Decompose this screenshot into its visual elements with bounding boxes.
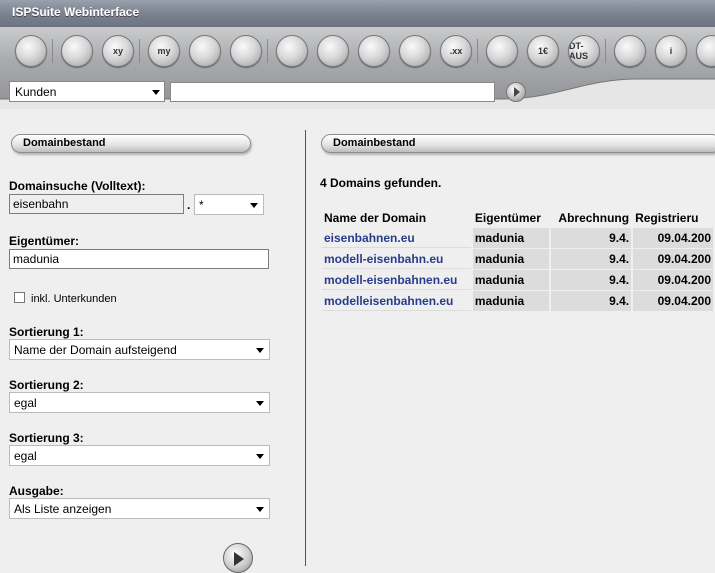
panel-divider xyxy=(305,130,306,566)
output-value: Als Liste anzeigen xyxy=(14,502,112,516)
results-count: 4 Domains gefunden. xyxy=(320,176,442,190)
results-table: Name der Domain Eigentümer Abrechnung Re… xyxy=(320,207,715,312)
owner-cell: madunia xyxy=(472,270,549,290)
billing-cell: 9.4. xyxy=(550,270,632,290)
settings-icon[interactable] xyxy=(614,35,646,67)
search-scope-select[interactable]: Kunden xyxy=(9,81,165,102)
owner-cell: madunia xyxy=(472,291,549,311)
box-icon[interactable] xyxy=(317,35,349,67)
pyramid-icon[interactable] xyxy=(399,35,431,67)
owner-label: Eigentümer: xyxy=(9,234,80,248)
registered-cell: 09.04.200 xyxy=(633,249,713,269)
billing-cell: 9.4. xyxy=(550,291,632,311)
tld-dot: . xyxy=(187,198,191,212)
registered-cell: 09.04.200 xyxy=(633,228,713,248)
tld-select[interactable]: * xyxy=(194,194,264,215)
search-scope-value: Kunden xyxy=(15,85,57,99)
table-header-row: Name der Domain Eigentümer Abrechnung Re… xyxy=(322,208,713,227)
toolbar-separator xyxy=(52,39,53,63)
chevron-down-icon xyxy=(256,348,264,353)
sort3-label: Sortierung 3: xyxy=(9,431,84,445)
chevron-down-icon xyxy=(256,401,264,406)
tasks-icon[interactable]: xy xyxy=(102,35,134,67)
dtaus-icon[interactable]: DT-AUS xyxy=(568,35,600,67)
sort1-value: Name der Domain aufsteigend xyxy=(14,343,177,357)
sort2-select[interactable]: egal xyxy=(9,392,270,413)
user-icon[interactable] xyxy=(189,35,221,67)
domain-icon[interactable]: .xx xyxy=(440,35,472,67)
registered-cell: 09.04.200 xyxy=(633,270,713,290)
sort2-label: Sortierung 2: xyxy=(9,378,84,392)
info-icon[interactable]: i xyxy=(655,35,687,67)
table-row: modell-eisenbahn.eu madunia 9.4. 09.04.200 xyxy=(322,249,713,269)
col-registered[interactable]: Registrieru xyxy=(633,208,713,227)
sort2-value: egal xyxy=(14,396,37,410)
toolbar-separator xyxy=(267,39,268,63)
my-user-icon[interactable]: my xyxy=(148,35,180,67)
sort3-value: egal xyxy=(14,449,37,463)
home-icon[interactable] xyxy=(15,35,47,67)
toolbar-separator xyxy=(139,39,140,63)
table-row: modell-eisenbahnen.eu madunia 9.4. 09.04.20… xyxy=(322,270,713,290)
toolbar-separator xyxy=(605,39,606,63)
fulltext-label: Domainsuche (Volltext): xyxy=(9,179,146,193)
table-row: eisenbahnen.eu madunia 9.4. 09.04.200 xyxy=(322,228,713,248)
billing-cell: 9.4. xyxy=(550,249,632,269)
domain-name-link[interactable]: modell-eisenbahnen.eu xyxy=(322,270,471,290)
sort1-label: Sortierung 1: xyxy=(9,325,84,339)
domain-name-link[interactable]: modell-eisenbahn.eu xyxy=(322,249,471,269)
tld-select-value: * xyxy=(199,198,204,212)
search-go-button[interactable] xyxy=(506,82,526,102)
global-search-input[interactable] xyxy=(170,82,495,102)
toolbar-separator xyxy=(477,39,478,63)
sort1-select[interactable]: Name der Domain aufsteigend xyxy=(9,339,270,360)
sort3-select[interactable]: egal xyxy=(9,445,270,466)
right-panel-title: Domainbestand xyxy=(333,137,416,149)
app-title: ISPSuite Webinterface xyxy=(12,5,140,19)
fulltext-search-value: eisenbahn xyxy=(13,197,69,211)
submit-search-button[interactable] xyxy=(223,543,253,573)
owner-input[interactable]: madunia xyxy=(9,249,269,269)
col-owner[interactable]: Eigentümer xyxy=(473,208,549,227)
right-panel-header: Domainbestand xyxy=(321,134,715,153)
document-icon[interactable] xyxy=(486,35,518,67)
owner-cell: madunia xyxy=(472,228,549,248)
left-panel-title: Domainbestand xyxy=(23,137,106,149)
registered-cell: 09.04.200 xyxy=(633,291,713,311)
structure-icon[interactable] xyxy=(276,35,308,67)
col-billing[interactable]: Abrechnung xyxy=(551,208,631,227)
table-row: modelleisenbahnen.eu madunia 9.4. 09.04.200 xyxy=(322,291,713,311)
users-icon[interactable] xyxy=(230,35,262,67)
chevron-down-icon xyxy=(256,507,264,512)
chevron-down-icon xyxy=(250,203,258,208)
col-domain-name[interactable]: Name der Domain xyxy=(322,208,471,227)
owner-cell: madunia xyxy=(472,249,549,269)
domain-name-link[interactable]: modelleisenbahnen.eu xyxy=(322,291,471,311)
left-panel-header: Domainbestand xyxy=(11,134,251,153)
include-subcustomers-checkbox[interactable] xyxy=(14,292,25,303)
chevron-down-icon xyxy=(152,90,160,95)
fulltext-search-input[interactable]: eisenbahn xyxy=(9,194,184,214)
chevron-down-icon xyxy=(256,454,264,459)
invoice-icon[interactable]: 1€ xyxy=(527,35,559,67)
billing-cell: 9.4. xyxy=(550,228,632,248)
servers-icon[interactable] xyxy=(358,35,390,67)
title-bar: ISPSuite Webinterface xyxy=(0,0,715,27)
include-subcustomers-label: inkl. Unterkunden xyxy=(31,293,117,305)
output-select[interactable]: Als Liste anzeigen xyxy=(9,498,270,519)
shop-icon[interactable] xyxy=(61,35,93,67)
output-label: Ausgabe: xyxy=(9,484,64,498)
owner-value: madunia xyxy=(13,252,60,266)
domain-name-link[interactable]: eisenbahnen.eu xyxy=(322,228,471,248)
